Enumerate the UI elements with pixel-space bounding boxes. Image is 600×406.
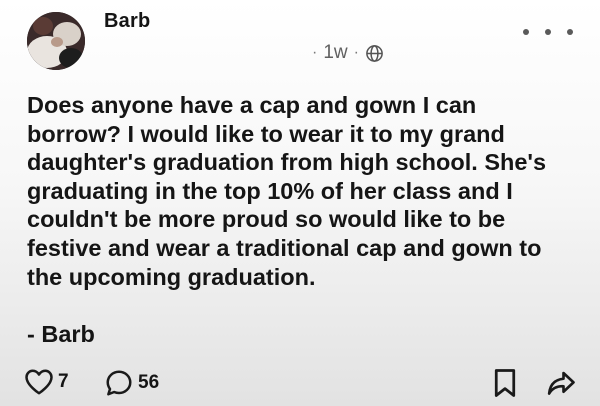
more-options-button[interactable] [523,22,573,42]
meta-separator: · [312,44,318,61]
heart-icon [24,368,54,396]
avatar-photo [27,12,85,70]
avatar[interactable] [27,12,85,70]
post-body-line: Does anyone have a cap and gown I can [27,92,477,118]
post-body-line: the upcoming graduation. [27,263,316,290]
globe-icon [365,44,384,63]
comment-count: 56 [138,372,160,393]
like-button[interactable]: 7 [24,368,69,396]
post-body-line: borrow? I would like to wear it to my gr… [27,120,505,147]
like-count: 7 [58,371,69,392]
post-card: Barb · 1w · Does anyone have a cap and g… [0,0,600,406]
post-time[interactable]: 1w [323,42,347,64]
more-options-icon [523,29,529,35]
author-name[interactable]: Barb [104,10,150,33]
share-button[interactable] [546,368,576,398]
post-body: Does anyone have a cap and gown I can bo… [27,91,592,291]
post-body-line: couldn't be more proud so would like to … [27,206,506,233]
share-arrow-icon [546,368,576,398]
post-body-line: festive and wear a traditional cap and g… [27,234,542,261]
comment-bubble-icon [104,368,134,398]
bookmark-icon [492,368,518,398]
meta-separator: · [353,44,359,61]
more-options-icon [567,29,573,35]
post-actions: 7 56 [20,368,580,402]
more-options-icon [545,29,551,35]
post-body-line: graduating in the top 10% of her class a… [27,177,513,204]
post-body-line: daughter's graduation from high school. … [27,149,547,176]
post-signature: - Barb [27,321,95,347]
post-meta: · 1w · [312,42,384,64]
save-button[interactable] [492,368,518,398]
comment-button[interactable]: 56 [104,368,159,398]
